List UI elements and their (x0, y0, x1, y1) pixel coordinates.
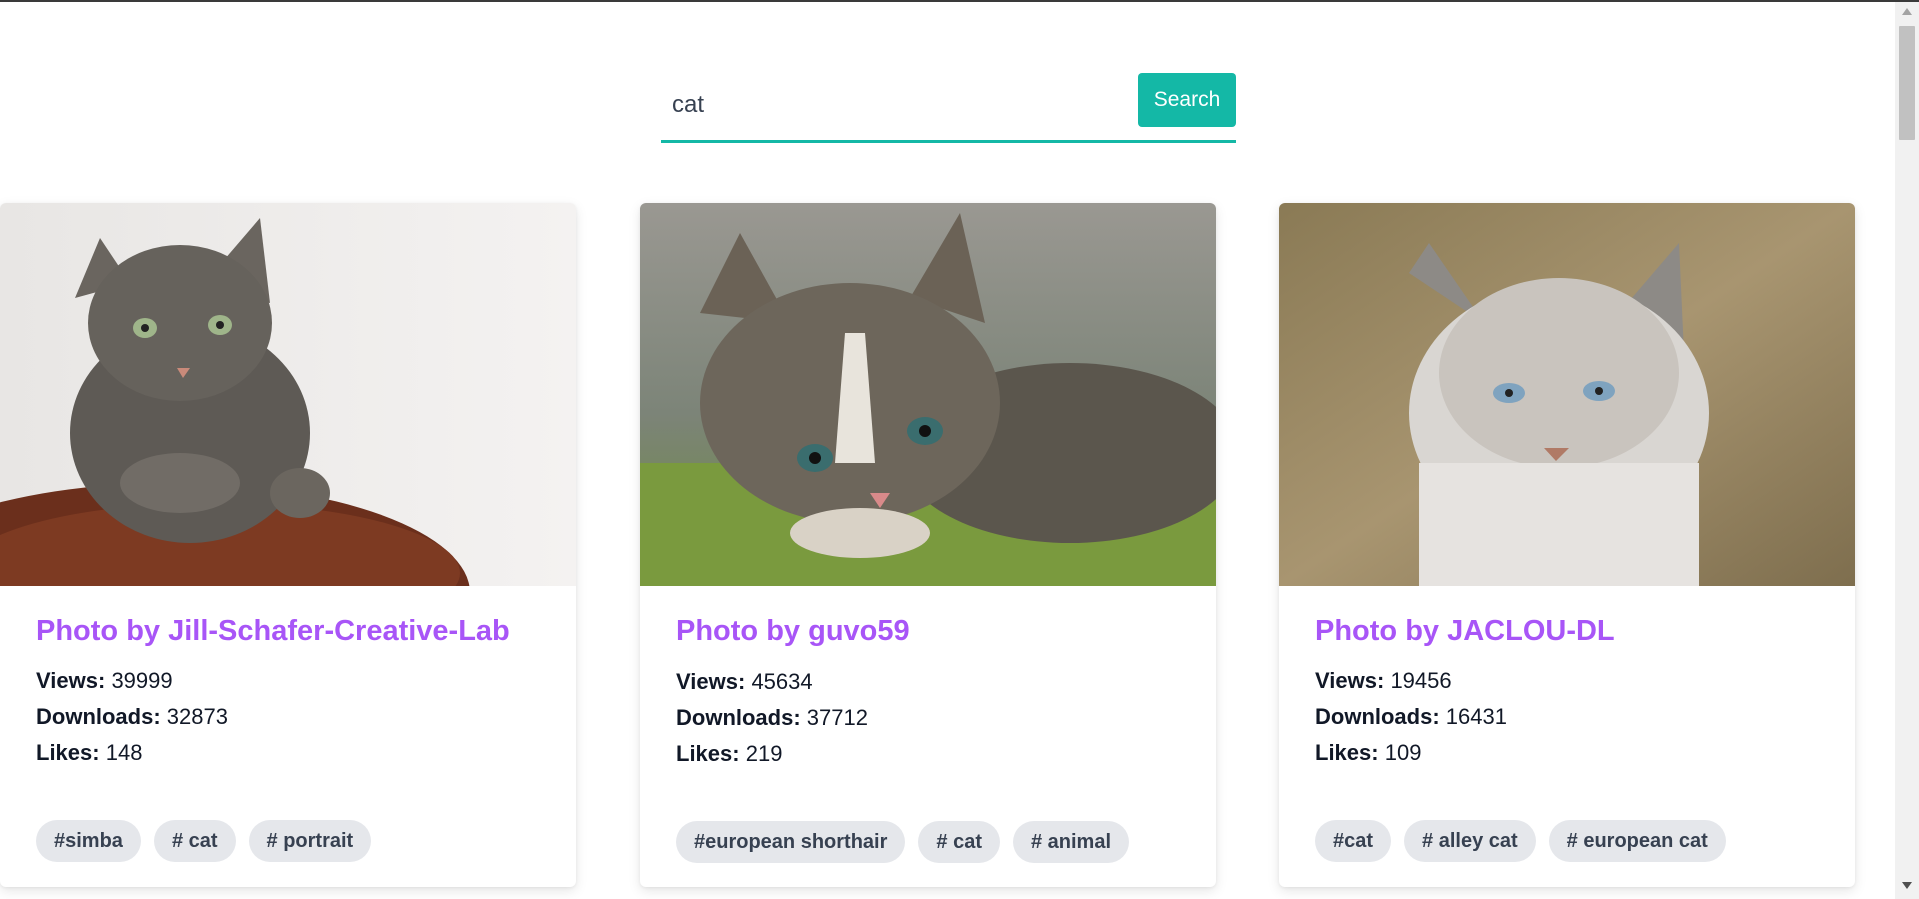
downloads-label: Downloads: (36, 704, 161, 729)
tag[interactable]: #european shorthair (676, 821, 906, 863)
tag-list: #european shorthair # cat # animal (676, 821, 1130, 863)
likes-stat: Likes: 109 (1315, 740, 1421, 766)
downloads-value: 16431 (1445, 704, 1507, 729)
tag[interactable]: #simba (36, 820, 141, 862)
tag[interactable]: # cat (918, 821, 1000, 863)
photo-author-title[interactable]: Photo by JACLOU-DL (1315, 615, 1615, 648)
scroll-up-arrow-icon[interactable] (1902, 8, 1912, 15)
views-stat: Views: 45634 (676, 669, 813, 695)
image-card: Photo by JACLOU-DL Views: 19456 Download… (1279, 203, 1855, 887)
tag-list: #simba # cat # portrait (36, 820, 372, 862)
tag[interactable]: #cat (1315, 820, 1392, 862)
views-stat: Views: 19456 (1315, 668, 1452, 694)
views-label: Views: (676, 669, 746, 694)
downloads-stat: Downloads: 37712 (676, 705, 868, 731)
views-value: 45634 (751, 669, 813, 694)
downloads-value: 37712 (806, 705, 868, 730)
views-stat: Views: 39999 (36, 668, 173, 694)
tag[interactable]: # portrait (248, 820, 372, 862)
likes-label: Likes: (676, 741, 740, 766)
tag[interactable]: # alley cat (1404, 820, 1536, 862)
views-label: Views: (1315, 668, 1385, 693)
vertical-scrollbar[interactable] (1895, 2, 1919, 899)
photo-author-title[interactable]: Photo by guvo59 (676, 615, 910, 648)
image-card: Photo by guvo59 Views: 45634 Downloads: … (640, 203, 1216, 887)
downloads-value: 32873 (166, 704, 228, 729)
search-input[interactable] (661, 73, 1131, 137)
tag[interactable]: # animal (1012, 821, 1130, 863)
tag[interactable]: # cat (153, 820, 236, 862)
views-value: 39999 (111, 668, 173, 693)
likes-label: Likes: (36, 740, 100, 765)
downloads-label: Downloads: (676, 705, 801, 730)
tag[interactable]: # european cat (1548, 820, 1726, 862)
image-card: Photo by Jill-Schafer-Creative-Lab Views… (0, 203, 576, 887)
likes-stat: Likes: 219 (676, 741, 782, 767)
downloads-stat: Downloads: 16431 (1315, 704, 1507, 730)
likes-label: Likes: (1315, 740, 1379, 765)
likes-value: 148 (105, 740, 143, 765)
scroll-down-arrow-icon[interactable] (1902, 882, 1912, 889)
downloads-stat: Downloads: 32873 (36, 704, 228, 730)
search-form: Search (661, 73, 1236, 143)
cat-photo[interactable] (1279, 203, 1855, 586)
cat-photo[interactable] (0, 203, 576, 586)
views-value: 19456 (1390, 668, 1452, 693)
search-button[interactable]: Search (1138, 73, 1236, 127)
tag-list: #cat # alley cat # european cat (1315, 820, 1726, 862)
views-label: Views: (36, 668, 106, 693)
photo-author-title[interactable]: Photo by Jill-Schafer-Creative-Lab (36, 615, 510, 648)
likes-value: 109 (1384, 740, 1422, 765)
scrollbar-thumb[interactable] (1899, 26, 1915, 140)
likes-value: 219 (745, 741, 783, 766)
downloads-label: Downloads: (1315, 704, 1440, 729)
cat-photo[interactable] (640, 203, 1216, 586)
window-top-border (0, 0, 1919, 2)
likes-stat: Likes: 148 (36, 740, 142, 766)
